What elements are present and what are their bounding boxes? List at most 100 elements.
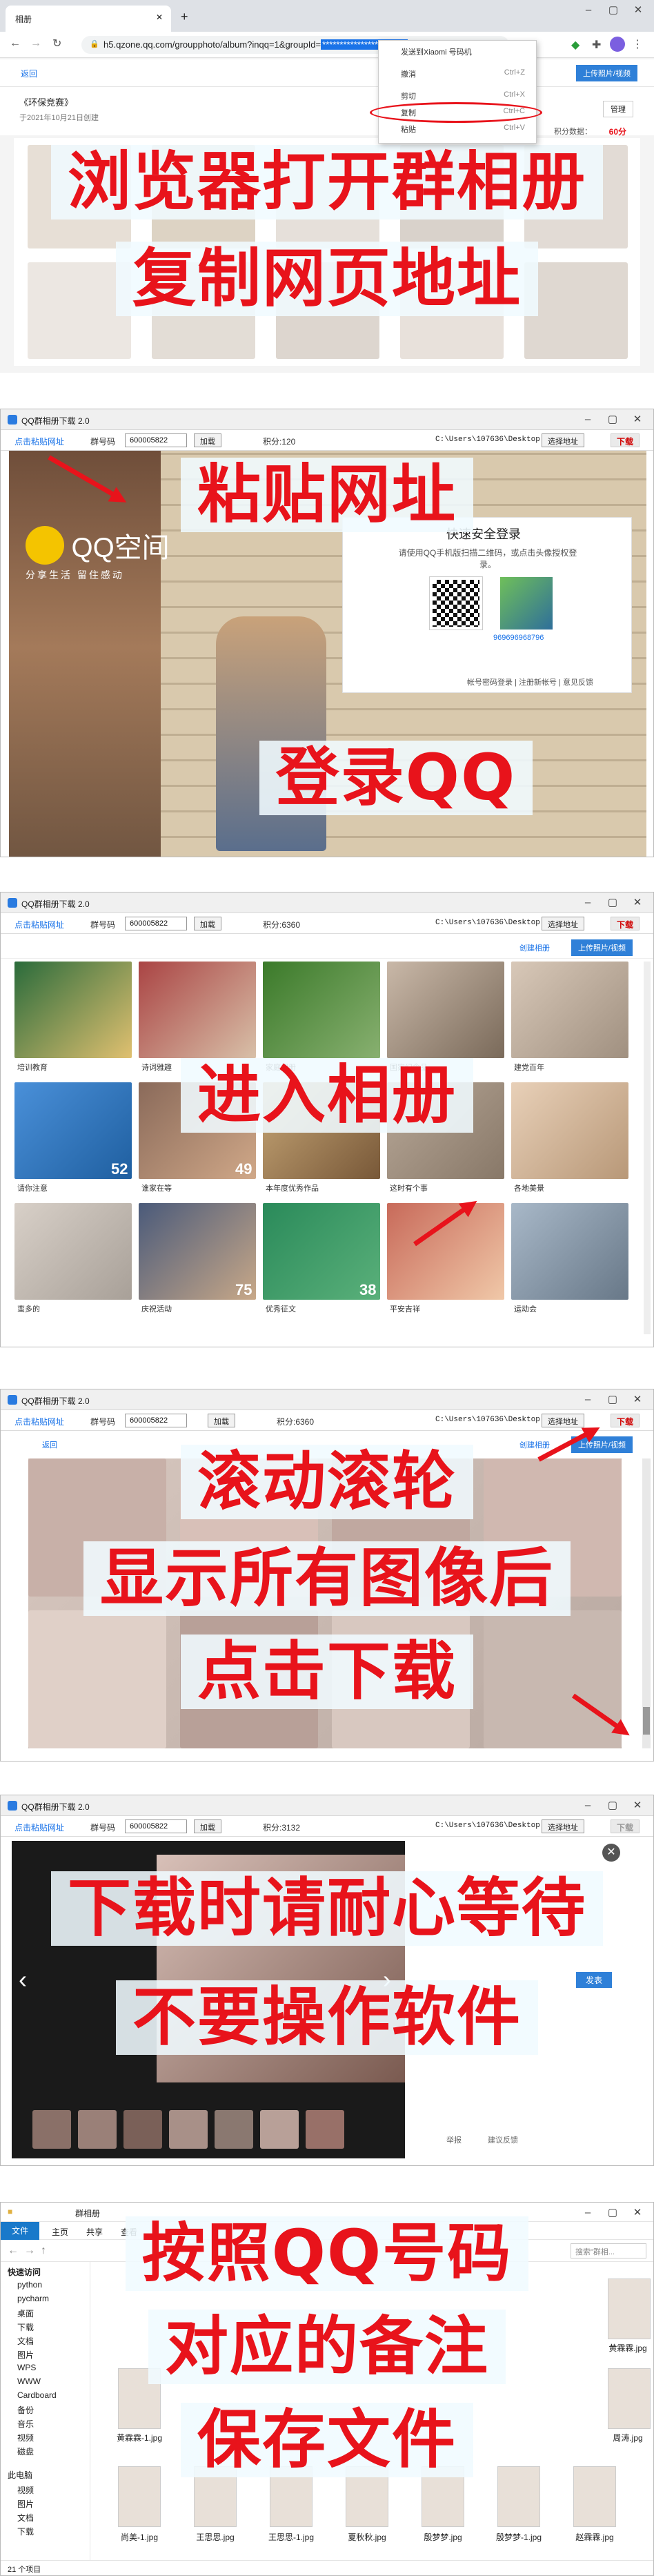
group-number-input[interactable] [125,1414,187,1427]
sidebar-item[interactable]: 视频 [17,2484,34,2496]
new-tab-icon[interactable]: + [181,10,188,24]
sidebar-item[interactable]: 图片 [17,2498,34,2510]
photo-thumb[interactable] [400,145,504,248]
extension-icon[interactable]: ◆ [571,38,579,52]
create-album-link[interactable]: 创建相册 [519,942,550,953]
menu-file[interactable]: 文件 [1,2222,39,2240]
upload-button[interactable]: 上传照片/视频 [571,939,633,956]
load-button[interactable]: 加载 [194,1819,221,1833]
maximize-icon[interactable]: ▢ [602,895,623,911]
download-button[interactable]: 下载 [610,433,640,447]
send-button[interactable]: 发表 [575,1972,612,1988]
download-button[interactable]: 下载 [610,1414,640,1427]
album-card[interactable] [139,962,256,1058]
create-album-link[interactable]: 创建相册 [519,1439,550,1450]
group-number-input[interactable] [125,917,187,930]
reload-icon[interactable]: ↻ [52,37,61,50]
group-number-input[interactable] [125,433,187,447]
paste-link[interactable]: 点击粘贴网址 [14,1822,64,1833]
photo-thumb[interactable] [152,145,255,248]
user-avatar[interactable] [500,577,553,630]
back-link[interactable]: 返回 [21,68,37,79]
file-thumbnail[interactable] [573,2466,616,2527]
close-viewer-icon[interactable]: ✕ [602,1844,620,1862]
back-icon[interactable]: ← [8,2245,19,2257]
close-icon[interactable]: ✕ [627,1797,648,1814]
file-thumbnail[interactable] [608,2368,651,2429]
choose-path-button[interactable]: 选择地址 [542,433,584,447]
password-login-link[interactable]: 帐号密码登录 [467,679,513,687]
file-thumbnail[interactable] [497,2466,540,2527]
load-button[interactable]: 加载 [194,917,221,930]
photo-thumb[interactable] [28,262,131,359]
menu-home[interactable]: 主页 [52,2226,68,2238]
avatar[interactable] [610,37,625,52]
photo-thumb[interactable] [484,1610,622,1748]
sidebar-item[interactable]: 视频 [17,2432,34,2443]
file-thumbnail[interactable] [422,2466,464,2527]
back-link[interactable]: 返回 [42,1439,57,1450]
close-tab-icon[interactable]: ✕ [156,12,163,22]
album-card[interactable] [511,1082,628,1179]
sidebar-item[interactable]: 文档 [17,2335,34,2347]
album-card[interactable] [511,1203,628,1300]
upload-button[interactable]: 上传照片/视频 [575,65,637,81]
menu-share[interactable]: 共享 [86,2226,103,2238]
report-link[interactable]: 举报 [446,2134,462,2145]
minimize-icon[interactable]: – [577,2205,598,2221]
sidebar-item[interactable]: 文档 [17,2512,34,2524]
manage-button[interactable]: 管理 [603,101,633,117]
minimize-icon[interactable]: – [577,1392,598,1408]
album-card[interactable] [14,962,132,1058]
film-thumb[interactable] [123,2110,162,2149]
album-card[interactable] [387,962,504,1058]
feedback-link[interactable]: 意见反馈 [563,679,593,687]
search-input[interactable]: 搜索"群相... [571,2243,646,2258]
ctx-item-cut[interactable]: 剪切 Ctrl+X [401,90,532,101]
prev-icon[interactable]: ‹ [19,1965,27,1994]
album-card[interactable] [387,1203,504,1300]
paste-link[interactable]: 点击粘贴网址 [14,1416,64,1427]
album-card[interactable] [511,962,628,1058]
sidebar-item[interactable]: 磁盘 [17,2446,34,2457]
file-thumbnail[interactable] [346,2466,388,2527]
sidebar-item[interactable]: pycharm [17,2294,49,2303]
ctx-item-undo[interactable]: 撤消 Ctrl+Z [401,68,532,79]
up-icon[interactable]: ↑ [41,2245,46,2257]
this-pc[interactable]: 此电脑 [8,2469,32,2481]
register-link[interactable]: 注册新帐号 [519,679,557,687]
maximize-icon[interactable]: ▢ [602,2205,623,2221]
photo-thumb[interactable] [332,1458,470,1597]
close-icon[interactable]: ✕ [627,1392,648,1408]
album-card[interactable] [263,962,380,1058]
paste-link[interactable]: 点击粘贴网址 [14,919,64,930]
photo-thumb[interactable] [180,1458,318,1597]
film-thumb[interactable] [215,2110,253,2149]
film-thumb[interactable] [260,2110,299,2149]
minimize-icon[interactable]: – [577,895,598,911]
ctx-item-send[interactable]: 发送到Xiaomi 号码机 [401,46,532,57]
close-icon[interactable]: ✕ [628,2,648,19]
photo-thumb[interactable] [276,145,379,248]
forward-icon[interactable]: → [30,37,41,50]
qr-code[interactable] [429,576,483,630]
photo-thumb[interactable] [332,1610,470,1748]
minimize-icon[interactable]: – [577,411,598,428]
suggest-link[interactable]: 建议反馈 [488,2134,518,2145]
file-thumbnail[interactable] [118,2466,161,2527]
puzzle-icon[interactable]: ✚ [592,38,601,52]
film-thumb[interactable] [169,2110,208,2149]
scrollbar[interactable] [642,1458,651,1748]
album-card[interactable] [263,1082,380,1179]
choose-path-button[interactable]: 选择地址 [542,1414,584,1427]
photo-thumb[interactable] [28,145,131,248]
ctx-item-paste[interactable]: 粘贴 Ctrl+V [401,124,532,135]
photo-thumb[interactable] [400,262,504,359]
file-thumbnail[interactable] [118,2368,161,2429]
film-thumb[interactable] [306,2110,344,2149]
close-icon[interactable]: ✕ [627,2205,648,2221]
photo-thumb[interactable] [28,1458,166,1597]
close-icon[interactable]: ✕ [627,895,648,911]
close-icon[interactable]: ✕ [627,411,648,428]
sidebar-item[interactable]: 图片 [17,2349,34,2361]
